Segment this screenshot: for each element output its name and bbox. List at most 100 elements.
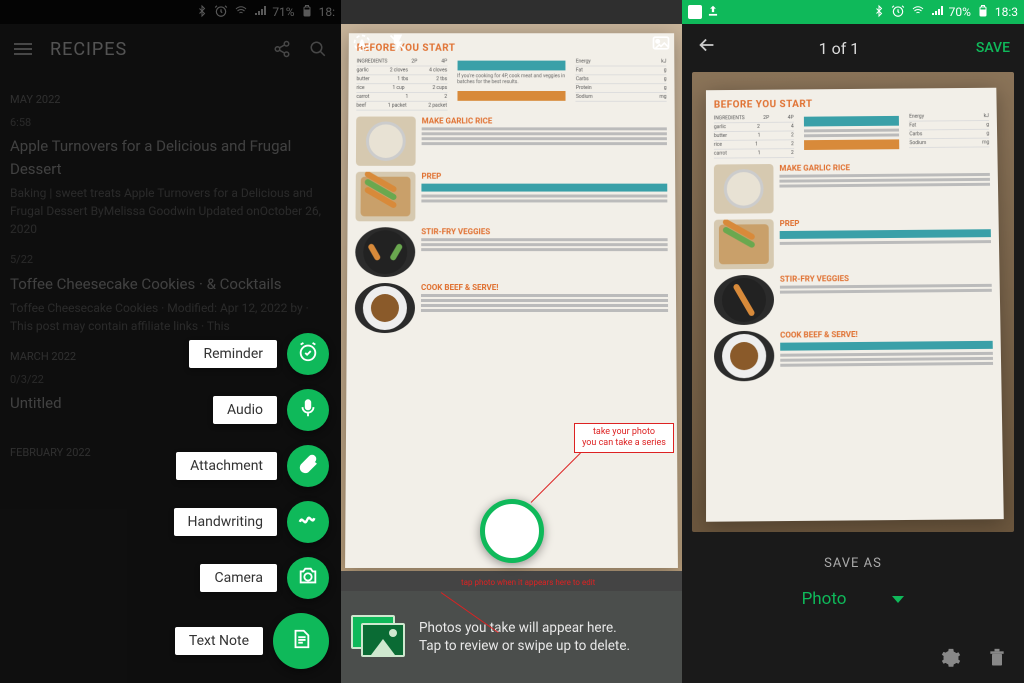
step-image <box>355 283 415 333</box>
alarm-icon <box>214 4 228 21</box>
fab-item-handwriting[interactable]: Handwriting <box>174 501 329 543</box>
clock-text: 18: <box>319 5 335 19</box>
ingredients-table: INGREDIENTS2P4P garlic24 butter12 rice12… <box>714 114 794 159</box>
step-image <box>714 219 774 269</box>
bluetooth-icon <box>873 4 885 21</box>
reminder-icon <box>297 341 319 367</box>
bottom-actions <box>940 647 1008 669</box>
auto-mode-icon[interactable]: A <box>351 32 373 54</box>
evernote-icon <box>688 5 702 19</box>
shutter-button[interactable] <box>480 499 544 563</box>
fab-label: Reminder <box>189 340 277 368</box>
save-as-dropdown[interactable]: Photo <box>790 585 917 613</box>
save-as-section: SAVE AS Photo <box>682 556 1024 613</box>
battery-icon <box>301 4 313 21</box>
note-time: 5/22 <box>10 252 331 269</box>
fab-menu: Reminder Audio Attachment Handwriting Ca… <box>174 333 329 669</box>
photos-icon <box>351 615 407 659</box>
step-image <box>714 275 774 325</box>
tray-line: Tap to review or swipe up to delete. <box>419 637 630 655</box>
save-button[interactable]: SAVE <box>976 40 1010 56</box>
svg-text:A: A <box>359 39 365 49</box>
status-bar: 71% 18: <box>0 0 341 24</box>
photo-preview[interactable]: BEFORE YOU START INGREDIENTS2P4P garlic2… <box>692 72 1014 532</box>
share-icon[interactable] <box>273 40 291 58</box>
signal-icon <box>931 5 943 20</box>
annotation-callout: take your photo you can take a series <box>574 423 674 453</box>
battery-text: 70% <box>949 5 971 19</box>
fab-label: Camera <box>200 564 277 592</box>
handwriting-icon <box>297 509 319 535</box>
status-bar: 70% 18:3 <box>682 0 1024 24</box>
recipe-heading: BEFORE YOU START <box>714 98 989 111</box>
upload-icon <box>706 4 720 21</box>
menu-icon[interactable] <box>14 43 32 55</box>
microphone-icon <box>297 397 319 423</box>
chevron-down-icon <box>892 596 904 603</box>
fab-item-reminder[interactable]: Reminder <box>189 333 329 375</box>
step-image <box>355 227 415 277</box>
fab-item-attachment[interactable]: Attachment <box>176 445 329 487</box>
step-text <box>780 240 991 245</box>
back-icon[interactable] <box>696 34 718 62</box>
alarm-icon <box>891 4 905 21</box>
notes-list-screen: 71% 18: RECIPES MAY 2022 6:58 Apple Turn… <box>0 0 341 683</box>
note-title[interactable]: Toffee Cheesecake Cookies · & Cocktails <box>10 273 331 296</box>
annotation-text: tap photo when it appears here to edit <box>461 578 595 587</box>
fab-label: Attachment <box>176 452 277 480</box>
note-snippet: Baking | sweet treats Apple Turnovers fo… <box>10 184 331 238</box>
fab-item-camera[interactable]: Camera <box>200 557 329 599</box>
step-text <box>421 294 668 312</box>
gear-icon[interactable] <box>940 647 962 669</box>
step-text <box>422 127 667 145</box>
gallery-icon[interactable] <box>650 32 672 54</box>
page-title: RECIPES <box>50 39 255 60</box>
recipe-tip <box>804 129 900 138</box>
nutrition-table: EnergykJ Fatg Carbsg Proteing Sodiummg <box>576 58 667 111</box>
fab-item-audio[interactable]: Audio <box>213 389 329 431</box>
step-text <box>780 284 992 294</box>
note-time: 6:58 <box>10 115 331 132</box>
step-text <box>780 352 993 367</box>
recipe-band <box>421 184 667 192</box>
wifi-icon <box>911 5 925 20</box>
app-toolbar: RECIPES <box>0 24 341 74</box>
fab-label: Handwriting <box>174 508 277 536</box>
fab-item-textnote[interactable]: Text Note <box>175 613 329 669</box>
step-title: STIR-FRY VEGGIES <box>421 227 667 236</box>
camera-top-controls: A <box>341 28 682 58</box>
save-as-label: SAVE AS <box>682 556 1024 571</box>
signal-icon <box>254 5 266 20</box>
step-title: COOK BEEF & SERVE! <box>780 329 992 340</box>
camera-viewfinder: BEFORE YOU START INGREDIENTS2P4P garlic2… <box>341 24 682 571</box>
recipe-band <box>457 61 566 71</box>
recipe-page: BEFORE YOU START INGREDIENTS2P4P garlic2… <box>706 88 1004 522</box>
nutrition-table: EnergykJ Fatg Carbsg Sodiummg <box>909 112 989 157</box>
step-title: PREP <box>780 217 991 228</box>
step-image <box>356 117 416 166</box>
delete-icon[interactable] <box>986 647 1008 669</box>
recipe-tip: If you're cooking for 4P, cook meat and … <box>457 73 566 85</box>
tray-line: Photos you take will appear here. <box>419 619 630 637</box>
bluetooth-icon <box>196 4 208 21</box>
flash-off-icon[interactable] <box>387 32 409 54</box>
step-title: STIR-FRY VEGGIES <box>780 273 992 284</box>
recipe-page: BEFORE YOU START INGREDIENTS2P4P garlic2… <box>345 33 678 568</box>
fab-label: Audio <box>213 396 277 424</box>
ingredients-table: INGREDIENTS2P4P garlic2 cloves4 cloves b… <box>356 58 447 111</box>
recipe-band <box>780 341 993 351</box>
paperclip-icon <box>297 453 319 479</box>
step-title: PREP <box>421 172 667 181</box>
step-image <box>714 164 774 214</box>
recipe-band <box>804 139 900 150</box>
tray-message: Photos you take will appear here. Tap to… <box>419 619 630 655</box>
wifi-icon <box>234 5 248 20</box>
page-counter: 1 of 1 <box>742 39 976 58</box>
search-icon[interactable] <box>309 40 327 58</box>
camera-icon <box>297 565 319 591</box>
photo-tray[interactable]: Photos you take will appear here. Tap to… <box>341 591 682 683</box>
step-text <box>779 173 990 188</box>
step-title: MAKE GARLIC RICE <box>422 117 667 126</box>
note-title[interactable]: Apple Turnovers for a Delicious and Frug… <box>10 135 331 180</box>
step-image <box>714 331 774 382</box>
